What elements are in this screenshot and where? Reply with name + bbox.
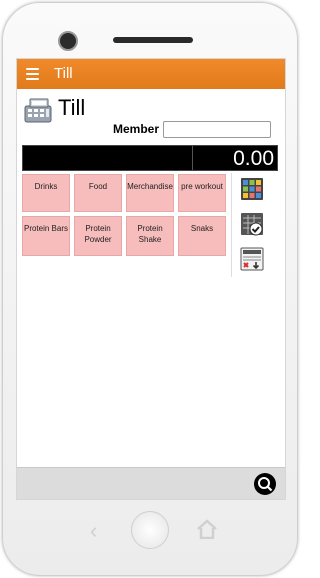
category-snaks-button[interactable]: Snaks [178, 216, 226, 256]
search-icon [258, 477, 273, 492]
category-protein-powder-button[interactable]: Protein Powder [74, 216, 122, 256]
sidebar-divider [231, 173, 232, 277]
cash-register-icon [24, 98, 52, 123]
speaker [113, 37, 193, 43]
home-button[interactable] [131, 511, 169, 549]
category-food-button[interactable]: Food [74, 174, 122, 212]
category-protein-bars-button[interactable]: Protein Bars [22, 216, 70, 256]
search-button[interactable] [254, 473, 276, 495]
screen: Till Till Member 0.00 Drinks Food Mercha… [16, 58, 286, 500]
member-label: Member [113, 122, 160, 136]
checked-grid-icon[interactable] [240, 212, 264, 236]
member-input[interactable] [163, 121, 271, 138]
bottom-bar [17, 467, 285, 499]
back-nav-icon[interactable]: ‹ [90, 518, 97, 544]
total-divider [192, 146, 193, 170]
total-amount: 0.00 [233, 147, 274, 170]
category-protein-shake-button[interactable]: Protein Shake [126, 216, 174, 256]
category-merchandise-button[interactable]: Merchandise [126, 174, 174, 212]
hamburger-menu-icon[interactable] [26, 68, 39, 80]
grid-icon[interactable] [240, 177, 264, 201]
home-nav-icon[interactable] [196, 519, 218, 539]
app-title: Till [54, 65, 73, 82]
page-title: Till [58, 95, 86, 120]
camera [58, 31, 78, 51]
app-bar: Till [17, 59, 285, 89]
category-drinks-button[interactable]: Drinks [22, 174, 70, 212]
cancel-list-icon[interactable] [240, 247, 264, 271]
category-pre-workout-button[interactable]: pre workout [178, 174, 226, 212]
total-display: 0.00 [22, 145, 278, 171]
